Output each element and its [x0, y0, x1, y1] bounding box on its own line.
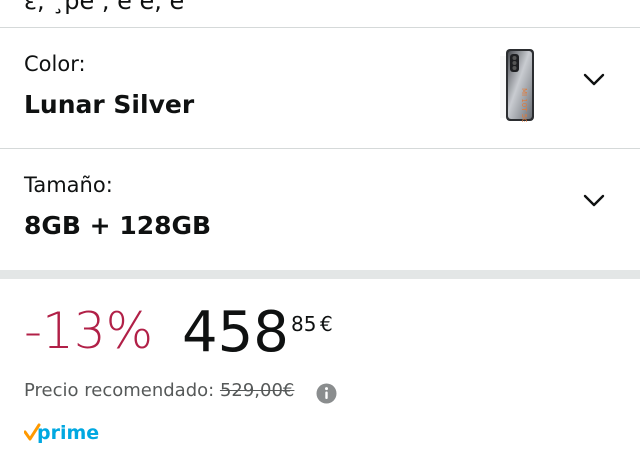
info-icon[interactable]: [316, 383, 337, 404]
discount-percent: -13%: [24, 302, 154, 360]
chevron-down-icon[interactable]: [582, 68, 606, 92]
color-label: Color:: [24, 52, 86, 76]
product-thumbnail: MI 10T 5G: [500, 49, 534, 122]
color-selector-row[interactable]: Color: Lunar Silver MI 10T 5G: [0, 28, 640, 148]
color-value: Lunar Silver: [24, 90, 195, 119]
price-fraction: 85: [291, 312, 317, 336]
price-whole: 458: [182, 300, 289, 365]
size-value: 8GB + 128GB: [24, 211, 212, 240]
chevron-down-icon[interactable]: [582, 189, 606, 213]
size-selector-row[interactable]: Tamaño: 8GB + 128GB: [0, 149, 640, 269]
top-partial-row: ε, ¸pe , e e, e: [0, 0, 640, 28]
svg-text:prime: prime: [37, 422, 99, 444]
recommended-price-label: Precio recomendado:: [24, 380, 215, 401]
recommended-price-value: 529,00€: [219, 380, 295, 401]
section-separator: [0, 270, 640, 279]
svg-text:MI 10T 5G: MI 10T 5G: [520, 88, 528, 122]
prime-logo: prime: [24, 422, 99, 444]
size-label: Tamaño:: [24, 173, 113, 197]
recommended-price: Precio recomendado: 529,00€: [24, 380, 294, 401]
top-partial-text: ε, ¸pe , e e, e: [24, 0, 185, 15]
price-currency: €: [320, 312, 333, 336]
